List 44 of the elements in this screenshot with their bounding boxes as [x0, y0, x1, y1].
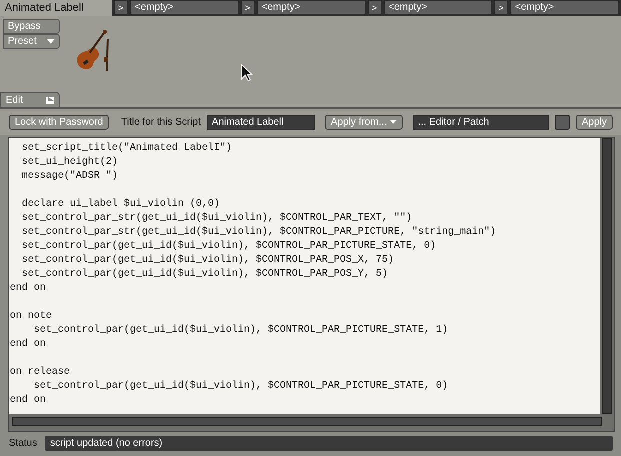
apply-button[interactable]: Apply — [576, 114, 613, 130]
expand-button[interactable]: > — [114, 0, 128, 15]
bypass-button[interactable]: Bypass — [3, 19, 60, 34]
lock-button[interactable]: Lock with Password — [9, 114, 110, 130]
code-line: on note — [10, 310, 54, 324]
vertical-scrollbar[interactable] — [602, 138, 612, 414]
horizontal-scrollbar[interactable] — [12, 417, 602, 426]
code-line: set_control_par(get_ui_id($ui_violin), $CONTROL_PAR_POS_Y, 5) — [21, 268, 390, 282]
square-button[interactable] — [554, 114, 570, 130]
code-line: set_control_par(get_ui_id($ui_violin), $CONTROL_PAR_PICTURE_STATE, 1) — [33, 324, 450, 338]
code-line: end on — [10, 338, 48, 352]
code-line: end on — [10, 282, 48, 296]
code-line: end on — [10, 394, 48, 408]
code-line: on release — [10, 366, 72, 380]
slot-tab[interactable]: <empty> — [510, 0, 619, 15]
expand-button[interactable]: > — [240, 0, 255, 15]
code-line: declare ui_label $ui_violin (0,0) — [21, 198, 222, 212]
code-line: set_control_par_str(get_ui_id($ui_violin), $CONTROL_PAR_PICTURE, "string_main") — [21, 226, 498, 240]
expand-button[interactable]: > — [368, 0, 382, 15]
status-label: Status — [9, 438, 38, 449]
slot-tab[interactable]: Animated Labell — [0, 0, 112, 16]
caret-icon — [47, 39, 55, 44]
caret-icon — [390, 120, 398, 124]
slot-tab[interactable]: <empty> — [384, 0, 492, 15]
code-line: message("ADSR ") — [21, 170, 120, 184]
title-label: Title for this Script — [121, 116, 202, 128]
mouse-cursor-icon — [241, 64, 253, 82]
slot-tab[interactable]: <empty> — [130, 0, 239, 15]
code-line: set_control_par(get_ui_id($ui_violin), $CONTROL_PAR_PICTURE_STATE, 0) — [21, 240, 438, 254]
code-line: set_ui_height(2) — [21, 156, 120, 170]
code-line: set_script_title("Animated LabelI") — [21, 142, 234, 156]
code-editor[interactable] — [8, 137, 615, 432]
slot-tab[interactable]: <empty> — [256, 0, 366, 15]
edit-tab[interactable]: Edit — [0, 92, 60, 107]
code-line: set_control_par(get_ui_id($ui_violin), $CONTROL_PAR_POS_X, 75) — [21, 254, 396, 268]
window-icon — [46, 96, 54, 104]
expand-button[interactable]: > — [494, 0, 508, 15]
title-field[interactable]: Animated Labell — [207, 114, 316, 130]
apply-from-dropdown[interactable]: Apply from... — [325, 114, 404, 130]
source-field[interactable]: ... Editor / Patch — [413, 114, 549, 130]
code-line: set_control_par_str(get_ui_id($ui_violin), $CONTROL_PAR_TEXT, "") — [21, 212, 414, 226]
code-line: set_control_par(get_ui_id($ui_violin), $CONTROL_PAR_PICTURE_STATE, 0) — [33, 380, 450, 394]
status-field: script updated (no errors) — [45, 436, 613, 451]
preset-dropdown[interactable]: Preset — [3, 34, 60, 49]
